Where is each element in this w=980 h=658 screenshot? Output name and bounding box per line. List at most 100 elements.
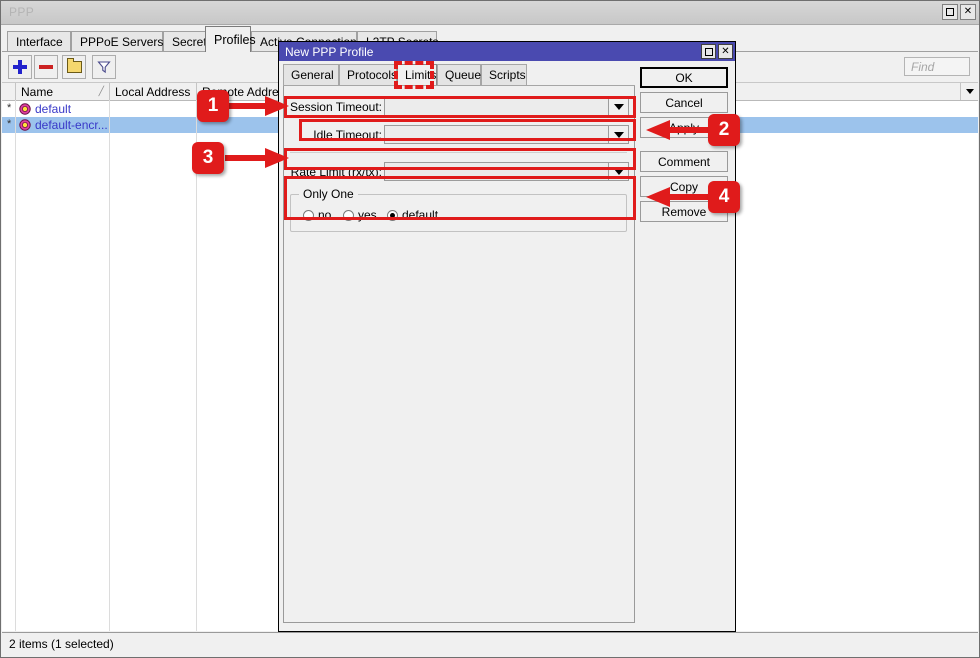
radio-knob	[303, 210, 314, 221]
column-header-name[interactable]: Name ╱	[16, 83, 110, 100]
column-divider	[15, 100, 16, 631]
dialog-window-controls: ✕	[701, 44, 733, 59]
comment-button[interactable]: Comment	[640, 151, 728, 172]
dialog-titlebar: New PPP Profile ✕	[279, 42, 735, 61]
tab-pppoe-servers[interactable]: PPPoE Servers	[71, 31, 163, 52]
ppp-titlebar: PPP ✕	[1, 1, 979, 25]
only-one-groupbox: Only One no yes default	[290, 194, 627, 232]
close-icon: ✕	[964, 7, 972, 17]
tab-label: Limits	[405, 68, 436, 82]
session-timeout-label: Session Timeout:	[288, 97, 382, 116]
close-window-button[interactable]: ✕	[960, 4, 976, 20]
column-label: Name	[21, 85, 53, 99]
idle-timeout-label: Idle Timeout:	[300, 125, 382, 144]
column-divider	[196, 100, 197, 631]
tab-label: PPPoE Servers	[80, 35, 163, 49]
annotation-badge-4: 4	[708, 181, 740, 213]
button-label: Comment	[658, 155, 710, 169]
ok-button[interactable]: OK	[640, 67, 728, 88]
chevron-down-icon	[614, 169, 624, 175]
session-timeout-row: Session Timeout:	[288, 97, 629, 116]
tab-label: Queue	[445, 68, 481, 82]
dialog-tab-queue[interactable]: Queue	[437, 64, 481, 85]
row-flag: *	[7, 102, 11, 114]
restore-window-button[interactable]	[942, 4, 958, 20]
tab-label: Profiles	[214, 33, 256, 47]
plus-icon	[13, 60, 27, 74]
only-one-radio-default[interactable]: default	[387, 208, 438, 222]
screen: PPP ✕ Interface PPPoE Servers Secrets Pr…	[0, 0, 980, 658]
rate-limit-input[interactable]	[384, 162, 608, 181]
ppp-window-controls: ✕	[942, 4, 976, 20]
tab-label: Interface	[16, 35, 63, 49]
only-one-radio-yes[interactable]: yes	[343, 208, 377, 222]
profile-icon	[19, 103, 31, 115]
dialog-close-button[interactable]: ✕	[718, 44, 733, 59]
radio-label: default	[402, 208, 438, 222]
chevron-down-icon	[966, 89, 974, 94]
annotation-arrow-2	[644, 118, 710, 142]
find-input[interactable]: Find	[904, 57, 970, 76]
dialog-tab-protocols[interactable]: Protocols	[339, 64, 397, 85]
sort-indicator-icon: ╱	[99, 86, 104, 97]
rate-limit-label: Rate Limit (rx/tx):	[288, 162, 382, 181]
filter-button[interactable]	[92, 55, 116, 79]
row-name: default-encr...	[35, 117, 108, 133]
session-timeout-input[interactable]	[384, 97, 608, 116]
idle-timeout-input[interactable]	[384, 125, 608, 144]
row-flag: *	[7, 118, 11, 130]
session-timeout-dropdown[interactable]	[608, 97, 629, 116]
annotation-badge-1: 1	[197, 90, 229, 122]
column-divider	[109, 100, 110, 631]
annotation-arrow-3	[225, 146, 291, 170]
idle-timeout-row: Idle Timeout:	[288, 125, 629, 144]
annotation-badge-2: 2	[708, 114, 740, 146]
column-header-flag	[2, 83, 16, 100]
only-one-radio-no[interactable]: no	[303, 208, 331, 222]
chevron-down-icon	[614, 104, 624, 110]
tab-label: Protocols	[347, 68, 397, 82]
rate-limit-row: Rate Limit (rx/tx):	[288, 162, 629, 181]
dialog-title: New PPP Profile	[285, 45, 373, 59]
find-placeholder: Find	[911, 60, 934, 74]
dialog-tab-general[interactable]: General	[283, 64, 339, 85]
column-label: Local Address	[115, 85, 190, 99]
tab-label: Scripts	[489, 68, 526, 82]
idle-timeout-dropdown[interactable]	[608, 125, 629, 144]
cancel-button[interactable]: Cancel	[640, 92, 728, 113]
minus-icon	[39, 65, 53, 69]
close-icon: ✕	[721, 47, 729, 57]
status-text: 2 items (1 selected)	[9, 637, 114, 651]
remove-button[interactable]	[34, 55, 58, 79]
radio-label: no	[318, 208, 331, 222]
radio-knob	[387, 210, 398, 221]
column-menu-button[interactable]	[960, 83, 978, 100]
annotation-arrow-1	[225, 94, 291, 118]
enable-button[interactable]	[62, 55, 86, 79]
button-label: OK	[675, 71, 692, 85]
add-button[interactable]	[8, 55, 32, 79]
annotation-arrow-4	[644, 185, 710, 209]
limits-panel: Session Timeout: Idle Timeout: Rate Limi…	[283, 86, 635, 623]
tab-interface[interactable]: Interface	[7, 31, 71, 52]
restore-icon	[705, 48, 713, 56]
radio-knob	[343, 210, 354, 221]
annotation-badge-3: 3	[192, 142, 224, 174]
dialog-restore-button[interactable]	[701, 44, 716, 59]
column-header-local-address[interactable]: Local Address	[110, 83, 197, 100]
restore-icon	[946, 8, 954, 16]
dialog-tab-limits[interactable]: Limits	[397, 64, 437, 85]
only-one-title: Only One	[299, 187, 358, 201]
row-name: default	[35, 101, 71, 117]
status-bar: 2 items (1 selected)	[2, 632, 978, 656]
section-divider	[290, 152, 627, 153]
rate-limit-dropdown[interactable]	[608, 162, 629, 181]
button-label: Cancel	[665, 96, 702, 110]
folder-icon	[67, 61, 82, 73]
tab-profiles[interactable]: Profiles	[205, 26, 251, 52]
filter-icon	[97, 60, 111, 74]
dialog-tab-scripts[interactable]: Scripts	[481, 64, 527, 85]
tab-label: General	[291, 68, 334, 82]
ppp-window-title: PPP	[9, 5, 34, 19]
profile-icon	[19, 119, 31, 131]
